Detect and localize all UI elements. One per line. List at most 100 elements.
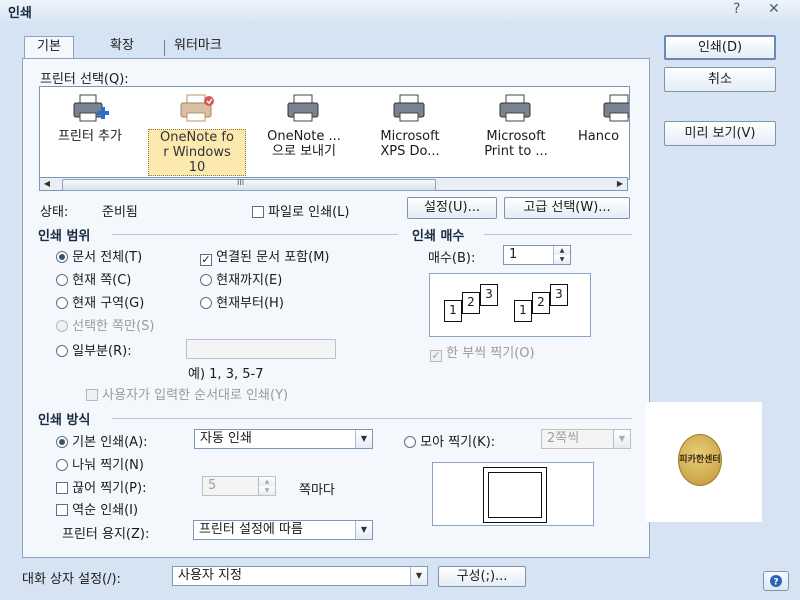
dialog-settings-select[interactable]: 사용자 지정 ▼: [172, 566, 428, 586]
interrupt-print-checkbox[interactable]: 끊어 찍기(P):: [56, 477, 146, 496]
svg-text:?: ?: [773, 578, 778, 588]
help-button[interactable]: ?: [763, 571, 789, 591]
collate-checkbox[interactable]: ✓ 한 부씩 찍기(O): [430, 342, 535, 362]
radio-button[interactable]: [56, 274, 68, 286]
printer-list[interactable]: 프린터 추가 OneNote fo r Windows 10 OneNote .…: [39, 86, 630, 180]
print-to-file-label: 파일로 인쇄(L): [268, 205, 350, 220]
page-preview-inner: [488, 472, 542, 518]
checkbox[interactable]: [56, 482, 68, 494]
partial-pages-input[interactable]: [186, 339, 336, 359]
printer-item-onenote-windows[interactable]: OneNote fo r Windows 10: [148, 93, 246, 176]
tab-watermark[interactable]: 워터마크: [162, 36, 234, 58]
chevron-down-icon[interactable]: ▼: [613, 430, 630, 448]
page-icon: 1: [444, 300, 462, 322]
cancel-button[interactable]: 취소: [664, 67, 776, 92]
radio-current-section[interactable]: 현재 구역(G): [56, 292, 144, 311]
radio-button[interactable]: [56, 459, 68, 471]
print-method-preview: [432, 462, 594, 526]
printer-name-line1: OneNote ...: [267, 129, 341, 144]
radio-button[interactable]: [56, 320, 68, 332]
page-icon: 2: [462, 292, 480, 314]
radio-until-current[interactable]: 현재까지(E): [200, 269, 282, 288]
radio-collect-print[interactable]: 모아 찍기(K):: [404, 431, 495, 450]
checkbox[interactable]: [86, 389, 98, 401]
radio-button[interactable]: [56, 345, 68, 357]
print-button[interactable]: 인쇄(D): [664, 35, 776, 60]
basic-print-select[interactable]: 자동 인쇄 ▼: [194, 429, 373, 449]
radio-button[interactable]: [56, 251, 68, 263]
copies-value: 1: [509, 247, 518, 262]
print-to-file-checkbox[interactable]: 파일로 인쇄(L): [252, 201, 349, 220]
window-title: 인쇄: [8, 6, 32, 21]
collect-print-select[interactable]: 2쪽씩 ▼: [541, 429, 631, 449]
user-order-checkbox[interactable]: 사용자가 입력한 순서대로 인쇄(Y): [86, 384, 288, 403]
printer-list-scrollbar[interactable]: ◀ III ▶: [39, 177, 628, 191]
radio-split-print[interactable]: 나눠 찍기(N): [56, 454, 144, 473]
configure-button[interactable]: 구성(;)...: [438, 566, 526, 587]
scroll-grip: III: [237, 178, 245, 187]
spin-up-icon[interactable]: ▲: [258, 477, 275, 486]
collate-preview: 1 2 3 1 2 3: [429, 273, 591, 337]
close-icon[interactable]: ✕: [768, 1, 780, 17]
printer-item-add[interactable]: 프린터 추가: [40, 93, 140, 144]
scroll-left-icon[interactable]: ◀: [40, 178, 54, 190]
section-divider: [112, 234, 398, 235]
printer-name: OneNote ... 으로 보내기: [254, 129, 354, 159]
radio-button[interactable]: [56, 297, 68, 309]
radio-label: 모아 찍기(K):: [420, 435, 496, 450]
printer-name-line1: Microsoft: [380, 129, 440, 144]
radio-button[interactable]: [200, 274, 212, 286]
page-icon: 2: [532, 292, 550, 314]
checkbox-label: 사용자가 입력한 순서대로 인쇄(Y): [102, 388, 289, 403]
help-icon[interactable]: ?: [733, 1, 740, 17]
printer-name: Microsoft Print to ...: [466, 129, 566, 159]
printer-item-print-to-pdf[interactable]: Microsoft Print to ...: [466, 93, 566, 159]
radio-from-current[interactable]: 현재부터(H): [200, 292, 284, 311]
spin-down-icon[interactable]: ▼: [258, 486, 275, 495]
scroll-thumb[interactable]: III: [62, 178, 436, 191]
paper-value: 프린터 설정에 따름: [199, 522, 303, 537]
chevron-down-icon[interactable]: ▼: [355, 521, 372, 539]
radio-basic-print[interactable]: 기본 인쇄(A):: [56, 431, 148, 450]
scroll-right-icon[interactable]: ▶: [613, 178, 627, 190]
settings-button[interactable]: 설정(U)...: [407, 197, 497, 219]
checkbox-label: 연결된 문서 포함(M): [216, 250, 330, 265]
help-icon: ?: [770, 575, 782, 588]
seal-stamp: 피카한센터: [678, 434, 722, 486]
basic-print-value: 자동 인쇄: [200, 431, 252, 446]
printer-item-onenote-send[interactable]: OneNote ... 으로 보내기: [254, 93, 354, 159]
radio-current-page[interactable]: 현재 쪽(C): [56, 269, 131, 288]
linked-docs-checkbox[interactable]: ✓ 연결된 문서 포함(M): [200, 246, 330, 266]
printer-icon: [180, 94, 214, 122]
copies-spinner[interactable]: 1 ▲ ▼: [503, 245, 571, 265]
radio-label: 현재 구역(G): [72, 296, 145, 311]
radio-all-document[interactable]: 문서 전체(T): [56, 246, 142, 265]
tab-extended[interactable]: 확장: [98, 36, 146, 58]
radio-button[interactable]: [56, 436, 68, 448]
radio-button[interactable]: [404, 436, 416, 448]
checkbox[interactable]: ✓: [200, 254, 212, 266]
printer-name: OneNote fo r Windows 10: [148, 129, 246, 176]
checkbox[interactable]: ✓: [430, 350, 442, 362]
section-divider: [484, 234, 632, 235]
radio-partial[interactable]: 일부분(R):: [56, 340, 132, 359]
radio-button[interactable]: [200, 297, 212, 309]
checkbox[interactable]: [252, 206, 264, 218]
printer-name-line2: 으로 보내기: [272, 144, 336, 159]
chevron-down-icon[interactable]: ▼: [410, 567, 427, 585]
paper-select[interactable]: 프린터 설정에 따름 ▼: [193, 520, 373, 540]
chevron-down-icon[interactable]: ▼: [355, 430, 372, 448]
radio-selection-only[interactable]: 선택한 쪽만(S): [56, 315, 154, 334]
printer-name-line2: XPS Do...: [380, 144, 440, 159]
printer-item-hancom[interactable]: Hanco: [570, 93, 629, 144]
radio-label: 기본 인쇄(A):: [72, 435, 148, 450]
printer-item-xps[interactable]: Microsoft XPS Do...: [360, 93, 460, 159]
preview-button[interactable]: 미리 보기(V): [664, 121, 776, 146]
advanced-button[interactable]: 고급 선택(W)...: [504, 197, 630, 219]
spin-down-icon[interactable]: ▼: [553, 255, 570, 264]
reverse-print-checkbox[interactable]: 역순 인쇄(I): [56, 499, 138, 518]
checkbox[interactable]: [56, 504, 68, 516]
print-method-title: 인쇄 방식: [38, 413, 91, 428]
spin-up-icon[interactable]: ▲: [553, 246, 570, 255]
interrupt-pages-spinner[interactable]: 5 ▲ ▼: [202, 476, 276, 496]
